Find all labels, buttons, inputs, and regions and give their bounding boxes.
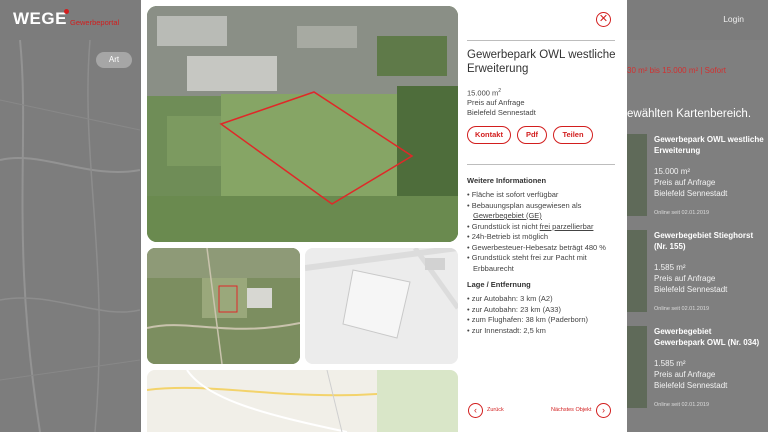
logo-dot — [64, 9, 69, 14]
divider — [467, 164, 615, 165]
gewerbegebiet-link[interactable]: Gewerbegebiet (GE) — [473, 211, 542, 220]
back-link[interactable]: Zurück — [487, 407, 504, 413]
contact-button[interactable]: Kontakt — [467, 126, 511, 144]
result-price: Preis auf Anfrage — [654, 178, 716, 187]
list-item: • 24h-Betrieb ist möglich — [467, 232, 549, 241]
aerial-photo-overview[interactable] — [147, 248, 300, 364]
list-item: • Gewerbesteuer-Hebesatz beträgt 480 % — [467, 242, 606, 252]
list-item: • Bebauungsplan ausgewiesen als Gewerbeg… — [467, 200, 582, 221]
more-info-list: • Fläche ist sofort verfügbar • Bebauung… — [467, 190, 619, 274]
result-area: 1.585 m² — [654, 263, 686, 272]
aerial-photo-main[interactable] — [147, 6, 458, 242]
background-map-roads — [0, 40, 140, 432]
result-location: Bielefeld Sennestadt — [654, 189, 728, 198]
next-object-link[interactable]: Nächstes Objekt — [551, 407, 591, 413]
list-item: • zum Flughafen: 38 km (Paderborn) — [467, 315, 589, 324]
list-item: • zur Innenstadt: 2,5 km — [467, 325, 546, 335]
image-gallery — [141, 0, 464, 432]
result-title: Gewerbepark OWL westliche Erweiterung — [654, 135, 764, 155]
result-price: Preis auf Anfrage — [654, 274, 716, 283]
property-detail-modal: ✕ Gewerbepark OWL westliche Erweiterung … — [141, 0, 627, 432]
share-button[interactable]: Teilen — [553, 126, 593, 144]
property-location: Bielefeld Sennestadt — [467, 108, 536, 117]
close-button[interactable]: ✕ — [596, 12, 611, 27]
chevron-left-icon: ‹ — [474, 405, 477, 415]
list-item: • zur Autobahn: 23 km (A33) — [467, 304, 561, 314]
list-item: • Fläche ist sofort verfügbar — [467, 190, 559, 199]
result-area: 15.000 m² — [654, 167, 691, 176]
result-location: Bielefeld Sennestadt — [654, 285, 728, 294]
logo[interactable]: WEGE — [13, 9, 67, 29]
more-info-title: Weitere Informationen — [467, 176, 547, 185]
filter-summary[interactable]: 30 m² bis 15.000 m² | Sofort — [627, 66, 726, 75]
art-filter-button[interactable]: Art — [96, 52, 132, 68]
list-item: • Grundstück ist nicht frei parzellierba… — [467, 221, 594, 231]
site-plan-map[interactable] — [305, 248, 458, 364]
result-area: 1.585 m² — [654, 359, 686, 368]
result-thumbnail — [627, 134, 647, 216]
login-link[interactable]: Login — [723, 14, 744, 24]
result-title: Gewerbegebiet Gewerbepark OWL (Nr. 034) — [654, 327, 760, 347]
previous-button[interactable]: ‹ — [468, 403, 483, 418]
result-price: Preis auf Anfrage — [654, 370, 716, 379]
result-online-date: Online seit 02.01.2019 — [654, 306, 710, 312]
result-thumbnail — [627, 326, 647, 408]
parzellierbar-link[interactable]: frei parzellierbar — [540, 222, 594, 231]
divider — [467, 40, 615, 41]
result-title: Gewerbegebiet Stieghorst (Nr. 155) — [654, 231, 754, 251]
result-card[interactable]: Gewerbegebiet Gewerbepark OWL (Nr. 034) … — [627, 326, 768, 418]
result-online-date: Online seit 02.01.2019 — [654, 402, 710, 408]
logo-subtitle: Gewerbeportal — [70, 18, 120, 27]
property-area: 15.000 m2 — [467, 88, 502, 98]
result-card[interactable]: Gewerbegebiet Stieghorst (Nr. 155) 1.585… — [627, 230, 768, 322]
next-button[interactable]: › — [596, 403, 611, 418]
result-online-date: Online seit 02.01.2019 — [654, 210, 710, 216]
list-item: • zur Autobahn: 3 km (A2) — [467, 294, 553, 303]
location-map[interactable] — [147, 370, 458, 432]
pdf-button[interactable]: Pdf — [517, 126, 547, 144]
list-item: • Grundstück steht frei zur Pacht mit Er… — [467, 253, 587, 273]
distance-list: • zur Autobahn: 3 km (A2) • zur Autobahn… — [467, 294, 619, 336]
result-thumbnail — [627, 230, 647, 312]
result-card[interactable]: Gewerbepark OWL westliche Erweiterung 15… — [627, 134, 768, 226]
property-price: Preis auf Anfrage — [467, 98, 525, 107]
background-map[interactable] — [0, 40, 140, 432]
results-heading: ewählten Kartenbereich. — [627, 108, 752, 120]
property-title: Gewerbepark OWL westliche Erweiterung — [467, 49, 616, 75]
result-location: Bielefeld Sennestadt — [654, 381, 728, 390]
location-title: Lage / Entfernung — [467, 280, 531, 289]
chevron-right-icon: › — [602, 405, 605, 415]
close-icon: ✕ — [598, 13, 609, 25]
